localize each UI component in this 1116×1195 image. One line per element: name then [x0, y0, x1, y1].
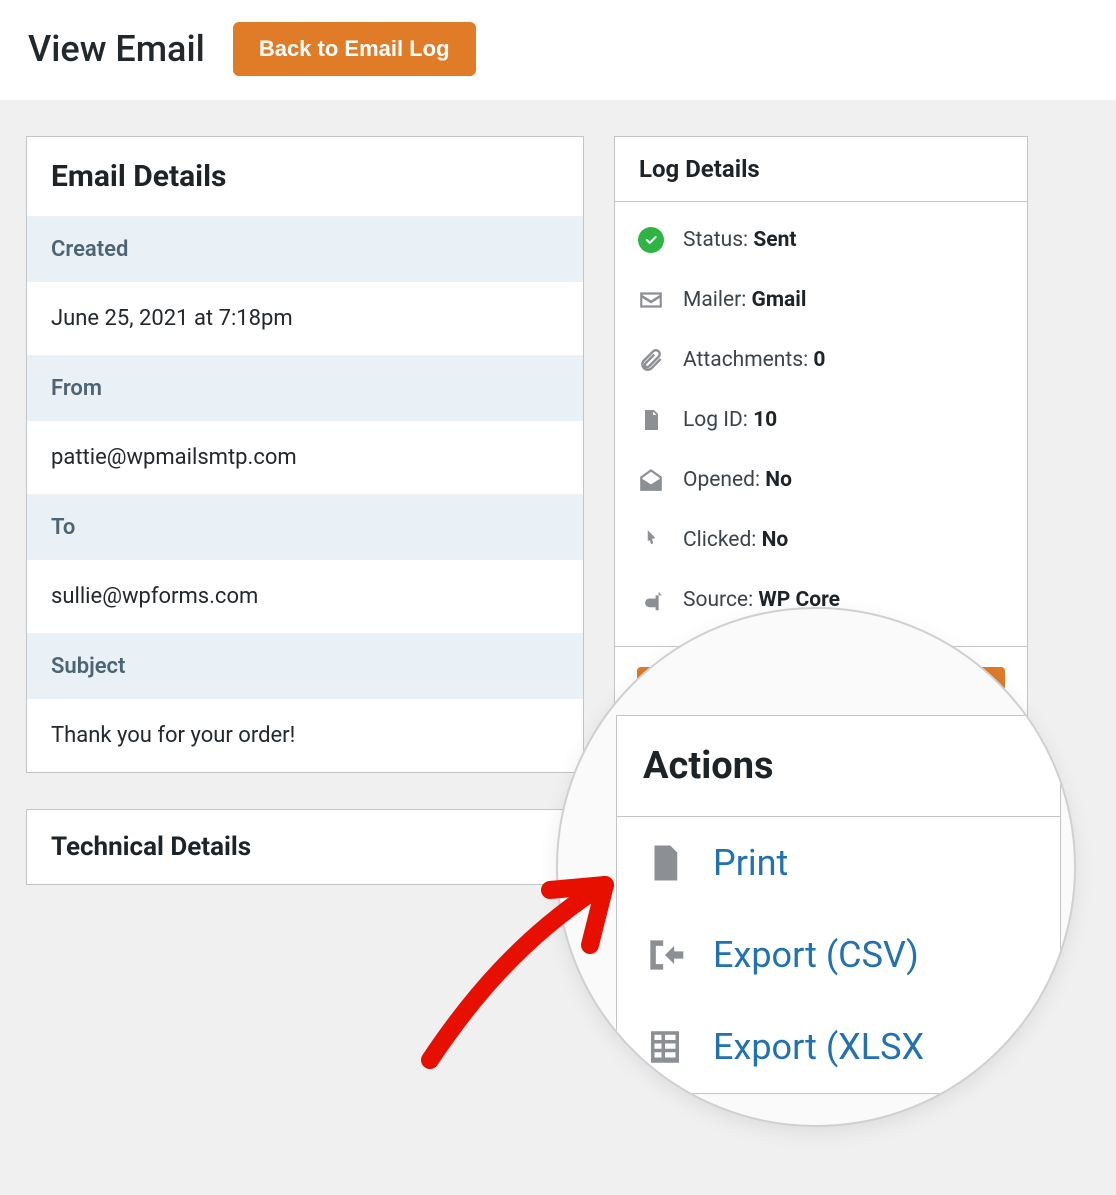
log-label: Opened:: [683, 468, 765, 492]
log-label: Attachments:: [683, 348, 813, 372]
log-value: No: [765, 468, 792, 492]
technical-details-title: Technical Details: [27, 810, 583, 884]
log-clicked: Clicked: No: [637, 510, 1005, 570]
field-value: sullie@wpforms.com: [27, 560, 583, 633]
envelope-open-icon: [637, 466, 665, 494]
actions-title: Actions: [617, 716, 1060, 817]
file-icon: [637, 406, 665, 434]
field-value: Thank you for your order!: [27, 699, 583, 772]
action-label: Export (XLSX: [713, 1026, 924, 1068]
log-label: Log ID:: [683, 408, 753, 432]
action-export-xlsx[interactable]: Export (XLSX: [617, 1001, 1060, 1093]
log-value: 0: [813, 348, 825, 372]
actions-panel: Actions Print Export (CSV) Export (XLSX: [616, 715, 1061, 1094]
log-id: Log ID: 10: [637, 390, 1005, 450]
spreadsheet-icon: [643, 1025, 687, 1069]
action-label: Export (CSV): [713, 934, 919, 976]
log-details-title: Log Details: [615, 137, 1027, 202]
log-details-list: Status: Sent Mailer: Gmail Attachments: …: [615, 202, 1027, 646]
log-value: 10: [753, 408, 777, 432]
log-label: Status:: [683, 228, 753, 252]
log-label: Source:: [683, 588, 758, 612]
action-print[interactable]: Print: [617, 817, 1060, 909]
log-attachments: Attachments: 0: [637, 330, 1005, 390]
page-title: View Email: [28, 28, 205, 70]
paperclip-icon: [637, 346, 665, 374]
field-value: pattie@wpmailsmtp.com: [27, 421, 583, 494]
log-value: Sent: [753, 228, 796, 252]
back-to-email-log-button[interactable]: Back to Email Log: [233, 22, 476, 76]
log-label: Clicked:: [683, 528, 762, 552]
email-details-panel: Email Details Created June 25, 2021 at 7…: [26, 136, 584, 773]
field-subject: Subject Thank you for your order!: [27, 633, 583, 772]
technical-details-panel[interactable]: Technical Details: [26, 809, 584, 885]
field-value: June 25, 2021 at 7:18pm: [27, 282, 583, 355]
email-details-title: Email Details: [27, 137, 583, 216]
field-label: From: [27, 356, 583, 421]
check-circle-icon: [637, 226, 665, 254]
log-opened: Opened: No: [637, 450, 1005, 510]
pointer-icon: [637, 526, 665, 554]
log-status: Status: Sent: [637, 210, 1005, 270]
field-to: To sullie@wpforms.com: [27, 494, 583, 633]
field-label: Subject: [27, 634, 583, 699]
action-export-csv[interactable]: Export (CSV): [617, 909, 1060, 1001]
field-label: Created: [27, 217, 583, 282]
field-created: Created June 25, 2021 at 7:18pm: [27, 216, 583, 355]
top-bar: View Email Back to Email Log: [0, 0, 1116, 100]
left-column: Email Details Created June 25, 2021 at 7…: [26, 136, 584, 921]
plug-icon: [637, 586, 665, 614]
document-icon: [643, 841, 687, 885]
log-value: No: [762, 528, 789, 552]
export-icon: [643, 933, 687, 977]
field-from: From pattie@wpmailsmtp.com: [27, 355, 583, 494]
log-mailer: Mailer: Gmail: [637, 270, 1005, 330]
field-label: To: [27, 495, 583, 560]
log-value: Gmail: [752, 288, 807, 312]
magnifier-bubble: Actions Print Export (CSV) Export (XLSX: [556, 607, 1076, 1127]
envelope-icon: [637, 286, 665, 314]
log-label: Mailer:: [683, 288, 752, 312]
action-label: Print: [713, 842, 788, 884]
